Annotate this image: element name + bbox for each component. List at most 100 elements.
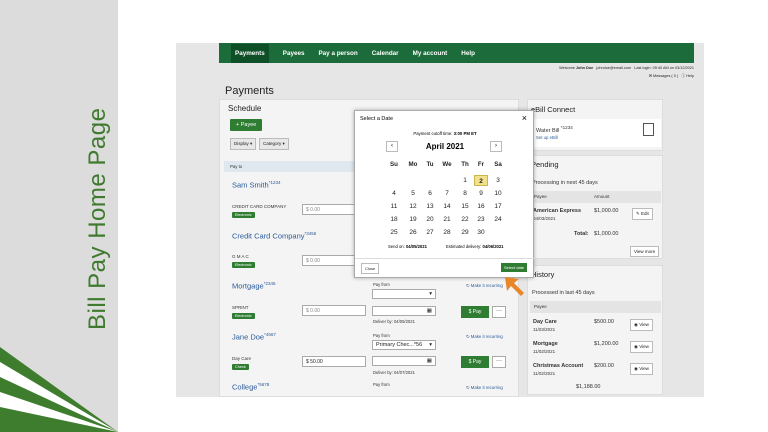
pay-button[interactable]: $ Pay xyxy=(461,306,489,318)
total-label: Total: xyxy=(574,231,589,237)
payment-type-badge: Electronic xyxy=(232,313,255,319)
calendar-day[interactable]: 3 xyxy=(491,175,505,186)
month-label: April 2021 xyxy=(425,142,465,151)
calendar-day[interactable]: 17 xyxy=(491,201,505,212)
nav-payments[interactable]: Payments xyxy=(231,43,269,63)
calendar-icon[interactable]: ▦ xyxy=(427,358,432,364)
close-icon[interactable]: × xyxy=(522,113,527,123)
date-input[interactable]: ▦ xyxy=(372,356,436,366)
recurring-link[interactable]: ↻ Make it recurring xyxy=(466,334,503,340)
weekday-label: Tu xyxy=(426,161,434,168)
next-month-button[interactable]: › xyxy=(490,141,502,152)
calendar-day[interactable]: 25 xyxy=(387,227,401,238)
calendar-day[interactable]: 28 xyxy=(440,227,454,238)
payee-name[interactable]: Sam Smith*1234 xyxy=(232,180,280,190)
display-dropdown[interactable]: Display ▾ xyxy=(230,138,257,150)
calendar-day[interactable]: 16 xyxy=(474,201,488,212)
pending-amount: $1,000.00 xyxy=(594,208,619,214)
calendar-day[interactable]: 1 xyxy=(458,175,472,186)
pending-payee: American Express xyxy=(533,208,581,214)
calendar-day[interactable]: 2 xyxy=(474,175,488,186)
payee-desc: CREDIT CARD COMPANY xyxy=(232,204,287,209)
deliver-by: Deliver by: 04/05/2021 xyxy=(373,319,415,324)
calendar-day[interactable]: 18 xyxy=(387,214,401,225)
document-icon xyxy=(643,123,654,136)
nav-my-account[interactable]: My account xyxy=(413,50,448,57)
calendar-icon[interactable]: ▦ xyxy=(427,308,432,314)
history-header xyxy=(530,301,661,313)
view-button[interactable]: ◉ View xyxy=(630,363,653,375)
pending-date: 04/03/2021 xyxy=(533,216,556,221)
calendar-day[interactable]: 20 xyxy=(423,214,437,225)
view-button[interactable]: ◉ View xyxy=(630,341,653,353)
date-input[interactable]: ▦ xyxy=(372,306,436,316)
payee-desc: SPRINT xyxy=(232,305,249,310)
calendar-day[interactable]: 23 xyxy=(474,214,488,225)
payee-name[interactable]: Mortgage*2345 xyxy=(232,281,275,291)
recurring-link[interactable]: ↻ Make it recurring xyxy=(466,283,503,289)
payee-name[interactable]: Credit Card Company*3456 xyxy=(232,231,316,241)
calendar-day[interactable]: 12 xyxy=(406,201,420,212)
weekday-label: We xyxy=(442,161,452,168)
calendar-day[interactable]: 6 xyxy=(423,188,437,199)
nav-help[interactable]: Help xyxy=(461,50,475,57)
calendar-day[interactable]: 29 xyxy=(458,227,472,238)
amount-input[interactable]: $ 50.00 xyxy=(302,356,366,367)
pay-from-select[interactable]: ▾ xyxy=(372,289,436,299)
welcome-line: Welcome John Doe johndoe@email.com Last … xyxy=(559,66,694,70)
select-date-button[interactable]: Select date xyxy=(501,263,528,272)
cutoff-time: Payment cutoff time: 3:00 PM ET xyxy=(413,131,477,136)
nav-pay-person[interactable]: Pay a person xyxy=(318,50,357,57)
calendar-day[interactable]: 13 xyxy=(423,201,437,212)
nav-calendar[interactable]: Calendar xyxy=(372,50,399,57)
calendar-day[interactable]: 9 xyxy=(474,188,488,199)
more-options-icon[interactable]: ··· xyxy=(492,306,506,318)
ebill-item[interactable]: Water Bill *1234 xyxy=(536,125,573,134)
calendar-day[interactable]: 4 xyxy=(387,188,401,199)
payment-type-badge: Electronic xyxy=(232,212,255,218)
history-title: History xyxy=(531,270,555,279)
close-button[interactable]: Close xyxy=(361,263,380,274)
nav-payees[interactable]: Payees xyxy=(283,50,305,57)
calendar-day[interactable]: 15 xyxy=(458,201,472,212)
send-on: Send on: 04/05/2021 xyxy=(388,244,427,249)
calendar-day[interactable]: 30 xyxy=(474,227,488,238)
calendar-day[interactable]: 21 xyxy=(440,214,454,225)
add-payee-button[interactable]: + Payee xyxy=(230,119,263,131)
setup-ebill-link[interactable]: Set up eBill xyxy=(536,135,558,140)
payee-name[interactable]: College*5678 xyxy=(232,382,269,392)
pay-from-label: Pay from xyxy=(373,282,390,287)
payee-name[interactable]: Jane Doe*4567 xyxy=(232,332,276,342)
view-button[interactable]: ◉ View xyxy=(630,319,653,331)
calendar-day[interactable]: 11 xyxy=(387,201,401,212)
category-dropdown[interactable]: Category ▾ xyxy=(259,138,289,150)
pending-total: $1,000.00 xyxy=(594,231,619,237)
calendar-day[interactable]: 27 xyxy=(423,227,437,238)
calendar-day[interactable]: 5 xyxy=(406,188,420,199)
amount-input[interactable]: $ 0.00 xyxy=(302,305,366,316)
calendar-day[interactable]: 14 xyxy=(440,201,454,212)
more-options-icon[interactable]: ··· xyxy=(492,356,506,368)
view-more-button[interactable]: View more xyxy=(630,246,660,257)
calendar-day[interactable]: 22 xyxy=(458,214,472,225)
history-total: $1,188.00 xyxy=(576,384,601,390)
weekday-label: Mo xyxy=(408,161,418,168)
payee-desc: Day Care xyxy=(232,356,252,361)
ebill-title: eBill Connect xyxy=(531,105,576,114)
edit-button[interactable]: ✎ Edit xyxy=(632,208,653,220)
calendar-day[interactable]: 19 xyxy=(406,214,420,225)
pay-from-select[interactable]: Primary Chec...*56 ▾ xyxy=(372,340,436,350)
recurring-link[interactable]: ↻ Make it recurring xyxy=(466,385,503,391)
calendar-day[interactable]: 8 xyxy=(458,188,472,199)
slide-title: Bill Pay Home Page xyxy=(84,107,111,330)
calendar-day[interactable]: 26 xyxy=(406,227,420,238)
calendar-day[interactable]: 24 xyxy=(491,214,505,225)
calendar-day[interactable]: 7 xyxy=(440,188,454,199)
messages-line[interactable]: ✉ Messages ( 0 ) ⓘ Help xyxy=(649,73,694,79)
pay-button[interactable]: $ Pay xyxy=(461,356,489,368)
pending-title: Pending xyxy=(531,160,559,169)
page-title: Payments xyxy=(225,85,274,97)
decor-stripe xyxy=(0,407,118,432)
calendar-day[interactable]: 10 xyxy=(491,188,505,199)
col-payee: Payee xyxy=(534,304,547,309)
